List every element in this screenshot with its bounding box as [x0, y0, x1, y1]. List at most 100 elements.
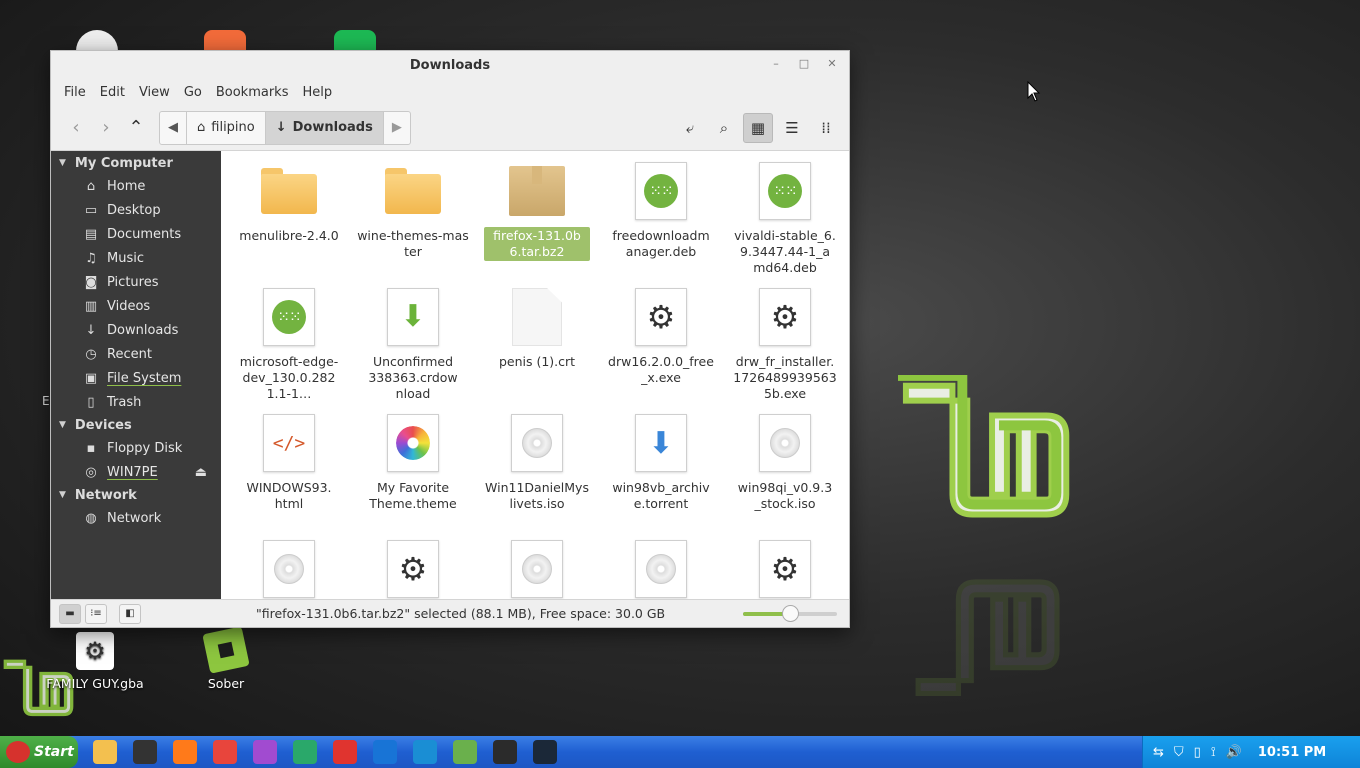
file-item[interactable]: ⚙ drw16.2.0.0_free_x.exe	[601, 287, 721, 387]
sidebar-section-my-computer[interactable]: ▼ My Computer	[51, 152, 221, 174]
sidebar-item-desktop[interactable]: ▭ Desktop	[51, 198, 221, 222]
remote-desktop-tray-icon[interactable]: ⇆	[1153, 745, 1164, 760]
file-item[interactable]: ⁙⁙ microsoft-edge-dev_130.0.2821.1-1…	[229, 287, 349, 403]
menu-edit[interactable]: Edit	[93, 85, 132, 100]
file-item[interactable]: wine-themes-master	[353, 161, 473, 261]
search-button[interactable]: ⌕	[709, 113, 739, 143]
show-treeview-button[interactable]: ⁝≡	[85, 603, 107, 624]
window-titlebar[interactable]: Downloads – □ ✕	[51, 51, 849, 79]
file-item[interactable]: ⁙⁙ vivaldi-stable_6.9.3447.44-1_amd64.de…	[725, 161, 845, 277]
breadcrumb-right-button[interactable]: ▶	[384, 112, 410, 144]
sidebar-section-devices[interactable]: ▼ Devices	[51, 414, 221, 436]
sidebar-item-documents[interactable]: ▤ Documents	[51, 222, 221, 246]
file-item[interactable]	[229, 539, 349, 599]
up-button[interactable]: ⌃	[121, 113, 151, 143]
download-icon: ↓	[275, 120, 287, 135]
monitor-app-button[interactable]	[408, 738, 442, 766]
compact-view-button[interactable]: ⁞⁞	[811, 113, 841, 143]
breadcrumb-current[interactable]: ↓ Downloads	[265, 111, 384, 144]
terminal-app-icon	[493, 740, 517, 764]
terminal-app-button[interactable]	[488, 738, 522, 766]
sidebar-item-music[interactable]: ♫ Music	[51, 246, 221, 270]
desktop-icon-label: Sober	[207, 676, 245, 691]
file-manager-window[interactable]: Downloads – □ ✕ File Edit View Go Bookma…	[50, 50, 850, 628]
sidebar-item-home[interactable]: ⌂ Home	[51, 174, 221, 198]
angry-bird-icon	[6, 741, 30, 763]
steam-app-button[interactable]	[528, 738, 562, 766]
desktop-icon-sober[interactable]: Sober	[176, 626, 276, 691]
file-item[interactable]: ⬇ win98vb_archive.torrent	[601, 413, 721, 513]
file-item[interactable]: ⚙	[725, 539, 845, 599]
shield-icon[interactable]: ⛉	[1174, 745, 1184, 760]
list-view-button[interactable]: ☰	[777, 113, 807, 143]
icon-view-button[interactable]: ▦	[743, 113, 773, 143]
file-item[interactable]: ⁙⁙ freedownloadmanager.deb	[601, 161, 721, 261]
back-button[interactable]: ‹	[61, 113, 91, 143]
sidebar-item-pictures[interactable]: ◙ Pictures	[51, 270, 221, 294]
file-item[interactable]: </> WINDOWS93.html	[229, 413, 349, 513]
toggle-location-button[interactable]: ⤶	[675, 113, 705, 143]
triangle-down-icon: ▼	[59, 420, 66, 430]
sidebar-item-videos[interactable]: ▥ Videos	[51, 294, 221, 318]
file-item[interactable]: ⬇ Unconfirmed 338363.crdownload	[353, 287, 473, 403]
file-name: vivaldi-stable_6.9.3447.44-1_amd64.deb	[734, 228, 836, 275]
status-text: "firefox-131.0b6.tar.bz2" selected (88.1…	[256, 606, 666, 621]
file-item[interactable]: My Favorite Theme.theme	[353, 413, 473, 513]
file-item[interactable]	[477, 539, 597, 599]
menu-file[interactable]: File	[57, 85, 93, 100]
clipboard-icon[interactable]: ▯	[1194, 745, 1201, 760]
disc-image-icon	[263, 540, 315, 598]
file-item[interactable]: win98qi_v0.9.3_stock.iso	[725, 413, 845, 513]
menu-help[interactable]: Help	[295, 85, 339, 100]
sidebar-item-floppy-disk[interactable]: ▪ Floppy Disk	[51, 436, 221, 460]
minimize-button[interactable]: –	[769, 57, 783, 71]
files-app-button[interactable]	[88, 738, 122, 766]
start-button[interactable]: Start	[0, 736, 78, 768]
menu-view[interactable]: View	[132, 85, 177, 100]
firefox-app-button[interactable]	[168, 738, 202, 766]
breadcrumb-left-button[interactable]: ◀	[160, 111, 187, 144]
close-button[interactable]: ✕	[825, 57, 839, 71]
desktop-icon-family-guy[interactable]: ⚙ FAMILY GUY.gba	[45, 632, 145, 691]
remote-app-button[interactable]	[368, 738, 402, 766]
menu-bookmarks[interactable]: Bookmarks	[209, 85, 296, 100]
menu-go[interactable]: Go	[177, 85, 209, 100]
volume-icon[interactable]: 🔊	[1226, 745, 1242, 760]
zoom-slider[interactable]	[743, 605, 837, 622]
eject-icon[interactable]: ⏏	[195, 465, 207, 480]
forward-button[interactable]: ›	[91, 113, 121, 143]
taskbar: Start ⇆ ⛉ ▯ ⟟ 🔊 10:51 PM	[0, 736, 1360, 768]
edge-dev-app-button[interactable]	[288, 738, 322, 766]
file-item[interactable]: menulibre-2.4.0	[229, 161, 349, 245]
clock-app-button[interactable]	[128, 738, 162, 766]
sidebar-item-trash[interactable]: ▯ Trash	[51, 390, 221, 414]
vivaldi-app-button[interactable]	[328, 738, 362, 766]
chrome-app-button[interactable]	[208, 738, 242, 766]
show-places-button[interactable]: ▬	[59, 603, 81, 624]
disc-icon: ◎	[85, 464, 97, 480]
gear-icon: ⚙	[76, 632, 114, 670]
sidebar-item-label: Floppy Disk	[107, 440, 183, 456]
sidebar-section-network[interactable]: ▼ Network	[51, 484, 221, 506]
zoom-slider-handle[interactable]	[782, 605, 799, 622]
network-tray-icon[interactable]: ⟟	[1211, 745, 1216, 760]
file-name: penis (1).crt	[498, 354, 576, 369]
grid-app-button[interactable]	[448, 738, 482, 766]
file-item[interactable]: penis (1).crt	[477, 287, 597, 371]
breadcrumb-home[interactable]: ⌂ filipino	[187, 111, 266, 144]
file-item[interactable]: ⚙	[353, 539, 473, 599]
file-item[interactable]: ⚙ drw_fr_installer.17264899395635b.exe	[725, 287, 845, 403]
lion-app-button[interactable]	[248, 738, 282, 766]
maximize-button[interactable]: □	[797, 57, 811, 71]
clock[interactable]: 10:51 PM	[1258, 745, 1326, 760]
file-item-selected[interactable]: firefox-131.0b6.tar.bz2	[477, 161, 597, 261]
sidebar-item-recent[interactable]: ◷ Recent	[51, 342, 221, 366]
hide-sidebar-button[interactable]: ◧	[119, 603, 141, 624]
sidebar-item-file-system[interactable]: ▣ File System	[51, 366, 221, 390]
file-item[interactable]	[601, 539, 721, 599]
sidebar-item-network[interactable]: ◍ Network	[51, 506, 221, 530]
sidebar-item-label: Network	[107, 510, 162, 526]
sidebar-item-downloads[interactable]: ↓ Downloads	[51, 318, 221, 342]
file-item[interactable]: Win11DanielMyslivets.iso	[477, 413, 597, 513]
sidebar-item-win7pe[interactable]: ◎ WIN7PE ⏏	[51, 460, 221, 484]
